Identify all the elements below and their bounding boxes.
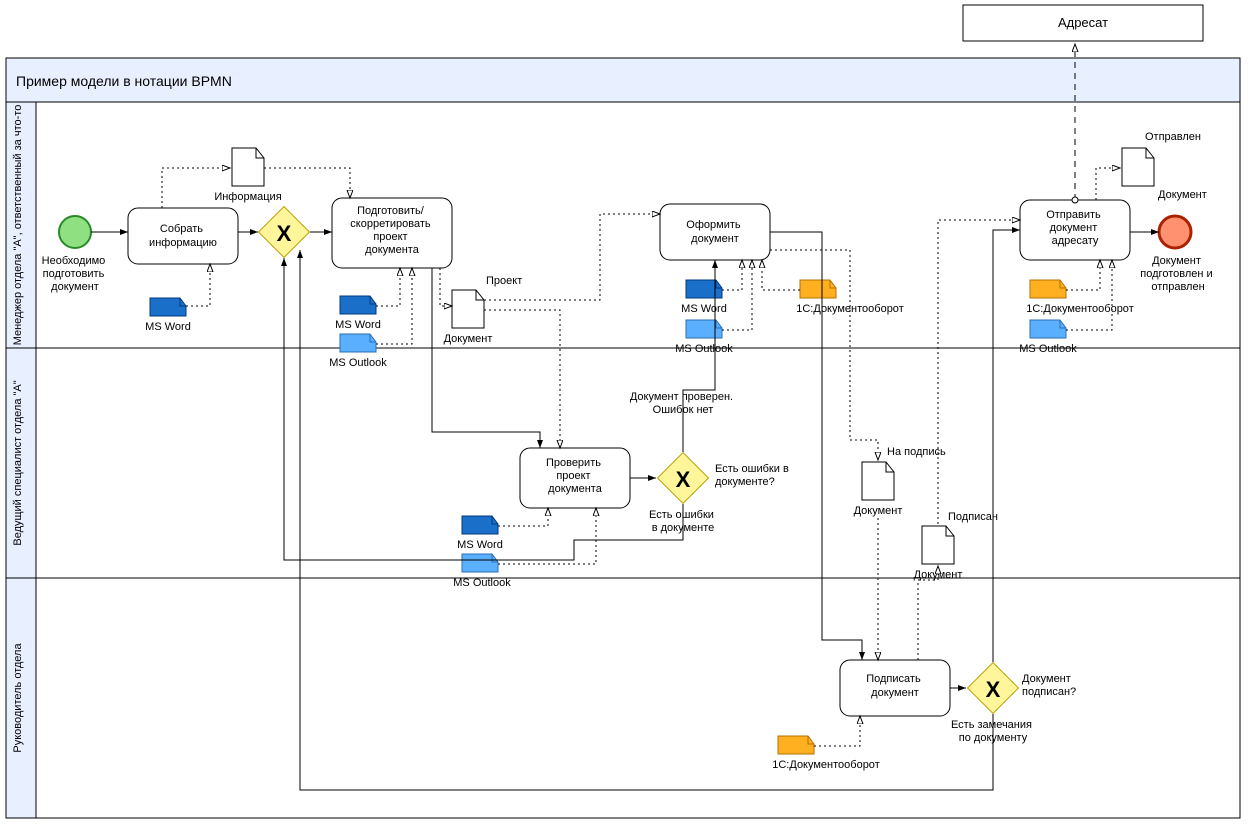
data-object-sign-label: Документ bbox=[854, 505, 903, 517]
system-docflow-label-1: 1С:Документооборот bbox=[796, 303, 903, 315]
data-object-sent-label: Документ bbox=[1158, 189, 1207, 201]
system-docflow-icon-1 bbox=[800, 280, 836, 298]
task-send-doc-label: Отправить документ адресату bbox=[1046, 209, 1104, 247]
data-object-sign-icon bbox=[862, 462, 894, 500]
svg-text:X: X bbox=[986, 677, 1001, 702]
system-outlook-icon-4 bbox=[462, 554, 498, 572]
system-word-label-2: MS Word bbox=[335, 319, 381, 331]
system-word-label-4: MS Word bbox=[457, 539, 503, 551]
system-outlook-label-2: MS Outlook bbox=[675, 343, 733, 355]
data-object-sign-state: На подпись bbox=[887, 446, 946, 458]
system-docflow-icon-3 bbox=[778, 736, 814, 754]
system-word-icon-3 bbox=[686, 280, 722, 298]
system-word-label-3: MS Word bbox=[681, 303, 727, 315]
system-docflow-icon-2 bbox=[1030, 280, 1066, 298]
data-object-sent-icon bbox=[1122, 148, 1154, 186]
gateway-signed-question: Документ подписан? bbox=[1022, 673, 1076, 698]
system-word-icon-1 bbox=[150, 298, 186, 316]
system-word-icon-2 bbox=[340, 296, 376, 314]
system-outlook-icon-1 bbox=[340, 334, 376, 352]
lane1-label: Менеджер отдела "А", ответственный за чт… bbox=[12, 105, 24, 346]
data-object-project-icon bbox=[452, 290, 484, 328]
data-object-project-doc-label: Документ bbox=[444, 333, 493, 345]
data-object-info-label: Информация bbox=[214, 191, 281, 203]
start-event-label: Необходимо подготовить документ bbox=[42, 255, 109, 293]
pool-title: Пример модели в нотации BPMN bbox=[16, 73, 232, 89]
data-object-signed-icon bbox=[922, 526, 954, 564]
start-event bbox=[59, 216, 91, 248]
system-docflow-label-2: 1С:Документооборот bbox=[1026, 303, 1133, 315]
svg-text:X: X bbox=[676, 467, 691, 492]
system-outlook-label-4: MS Outlook bbox=[453, 577, 511, 589]
system-outlook-label-1: MS Outlook bbox=[329, 357, 387, 369]
system-outlook-icon-3 bbox=[1030, 320, 1066, 338]
external-label: Адресат bbox=[1058, 15, 1108, 30]
lane3-label: Руководитель отдела bbox=[12, 643, 24, 753]
system-outlook-label-3: MS Outlook bbox=[1019, 343, 1077, 355]
lane3-area bbox=[36, 578, 1240, 818]
data-object-sent-state: Отправлен bbox=[1145, 131, 1201, 143]
system-outlook-icon-2 bbox=[686, 320, 722, 338]
svg-text:X: X bbox=[277, 221, 292, 246]
system-docflow-label-3: 1С:Документооборот bbox=[772, 759, 879, 771]
task-format-doc bbox=[660, 204, 770, 260]
system-word-icon-4 bbox=[462, 516, 498, 534]
task-collect-info bbox=[128, 208, 238, 264]
lane2-label: Ведущий специалист отдела "А" bbox=[12, 380, 24, 545]
data-object-info-icon bbox=[232, 148, 264, 186]
data-object-signed-state: Подписан bbox=[948, 511, 998, 523]
lane2-area bbox=[36, 348, 1240, 578]
data-object-project-label: Проект bbox=[486, 275, 522, 287]
end-event bbox=[1159, 216, 1191, 248]
system-word-label-1: MS Word bbox=[145, 321, 191, 333]
